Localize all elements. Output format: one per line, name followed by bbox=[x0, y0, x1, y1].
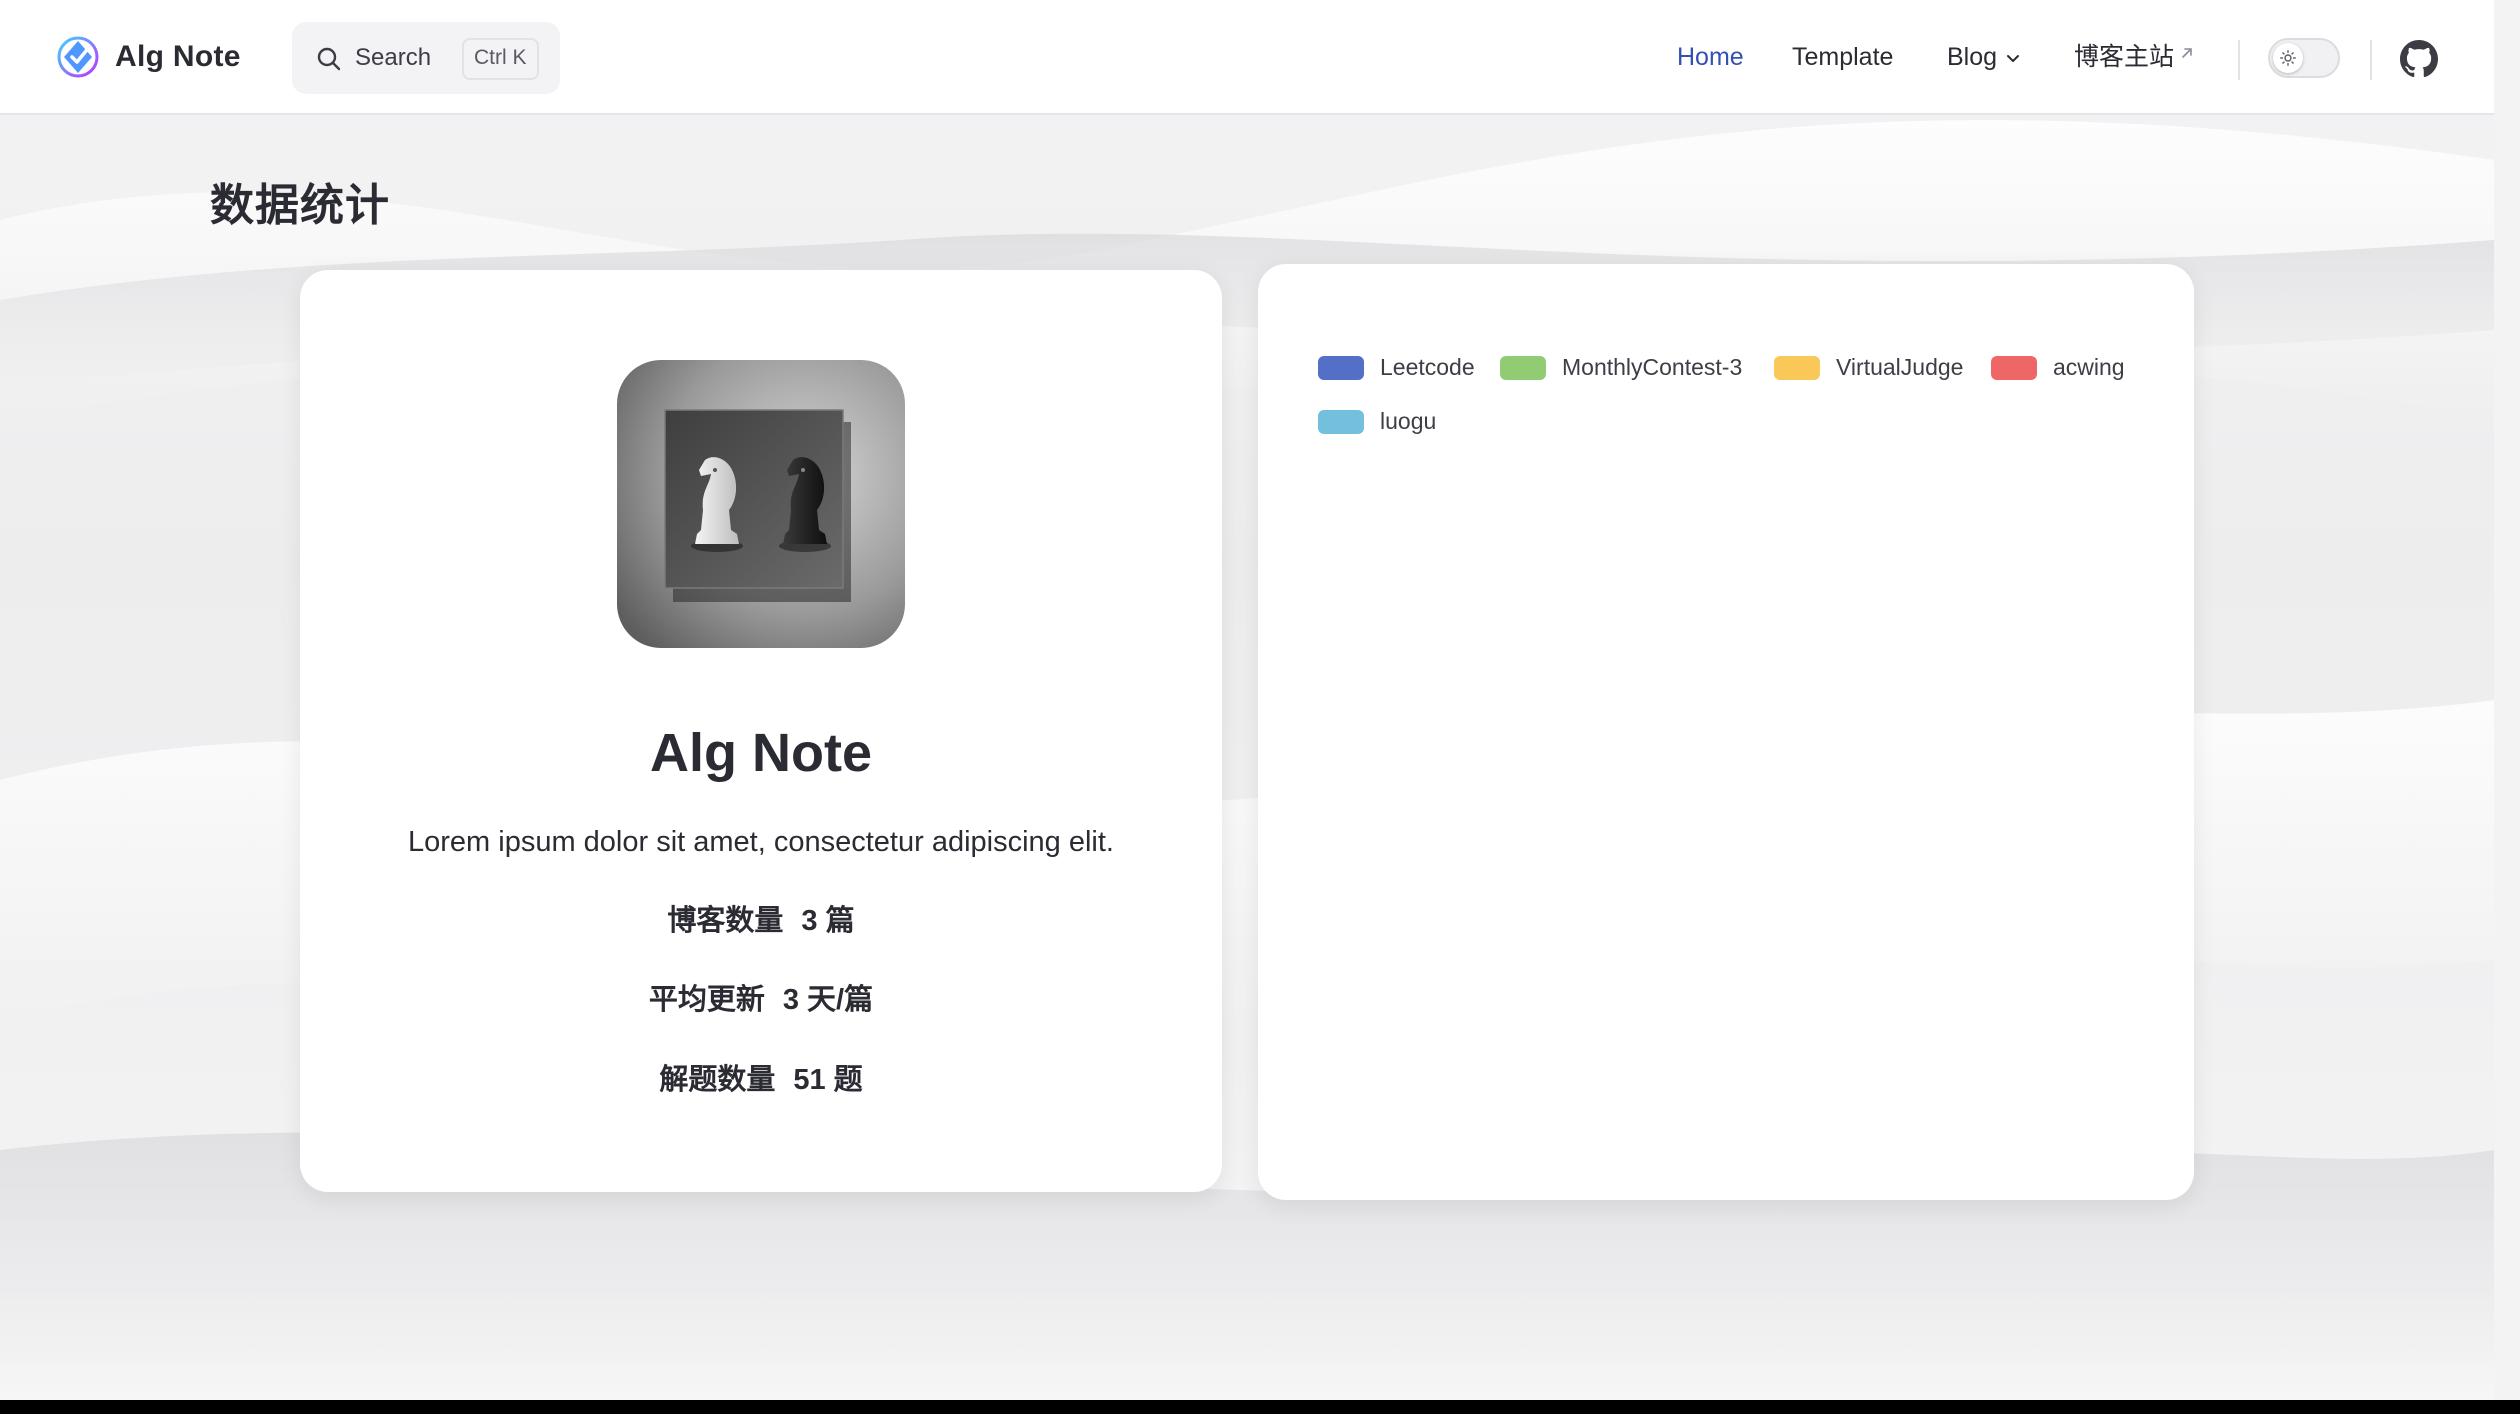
profile-description: Lorem ipsum dolor sit amet, consectetur … bbox=[408, 826, 1114, 858]
chess-knights-avatar bbox=[617, 360, 905, 648]
chart-card: Leetcode MonthlyContest-3 VirtualJudge a… bbox=[1258, 264, 2194, 1200]
sun-icon bbox=[2280, 50, 2296, 66]
nav-divider bbox=[2238, 40, 2240, 80]
page-title: 数据统计 bbox=[210, 181, 390, 230]
nav-item-template-label: Template bbox=[1792, 43, 1894, 71]
nav-item-home-label: Home bbox=[1677, 43, 1744, 71]
stat-label: 解题数量 bbox=[659, 1064, 776, 1096]
profile-name: Alg Note bbox=[650, 723, 872, 783]
external-link-icon bbox=[2182, 48, 2192, 58]
github-icon[interactable] bbox=[2400, 40, 2438, 78]
search-shortcut-badge: Ctrl K bbox=[462, 38, 539, 80]
nav-item-template[interactable]: Template bbox=[1792, 40, 1893, 74]
stat-average-update: 平均更新 3 天/篇 bbox=[300, 980, 1222, 1020]
search-label: Search bbox=[355, 44, 432, 71]
top-navbar: Alg Note Search Ctrl K Home Template Blo… bbox=[0, 0, 2494, 115]
donut-chart bbox=[1258, 264, 2194, 1200]
page-viewport: Alg Note Search Ctrl K Home Template Blo… bbox=[0, 0, 2494, 1400]
profile-card: Alg Note Lorem ipsum dolor sit amet, con… bbox=[300, 270, 1222, 1192]
stat-label: 博客数量 bbox=[667, 905, 784, 937]
stat-label: 平均更新 bbox=[648, 984, 765, 1016]
theme-toggle[interactable] bbox=[2268, 38, 2340, 78]
nav-item-main-blog-site[interactable]: 博客主站 bbox=[2074, 40, 2194, 74]
nav-item-blog-label: Blog bbox=[1947, 43, 1998, 71]
stat-solved-count: 解题数量 51 题 bbox=[300, 1060, 1222, 1100]
stat-value: 3 篇 bbox=[801, 905, 855, 937]
stat-value: 51 题 bbox=[793, 1064, 863, 1096]
site-title[interactable]: Alg Note bbox=[115, 34, 241, 80]
nav-item-home[interactable]: Home bbox=[1677, 40, 1744, 74]
nav-item-main-blog-site-label: 博客主站 bbox=[2074, 43, 2175, 71]
theme-toggle-knob bbox=[2273, 43, 2303, 73]
stat-blog-count: 博客数量 3 篇 bbox=[300, 901, 1222, 941]
nav-item-blog[interactable]: Blog bbox=[1947, 40, 2021, 74]
chevron-down-icon bbox=[2007, 55, 2020, 63]
scrollbar-track[interactable] bbox=[2494, 0, 2520, 1400]
alg-note-logo[interactable] bbox=[56, 35, 100, 79]
search-button[interactable]: Search Ctrl K bbox=[292, 22, 560, 94]
nav-divider-2 bbox=[2370, 40, 2372, 80]
stat-value: 3 天/篇 bbox=[782, 984, 874, 1016]
search-icon bbox=[317, 47, 341, 71]
